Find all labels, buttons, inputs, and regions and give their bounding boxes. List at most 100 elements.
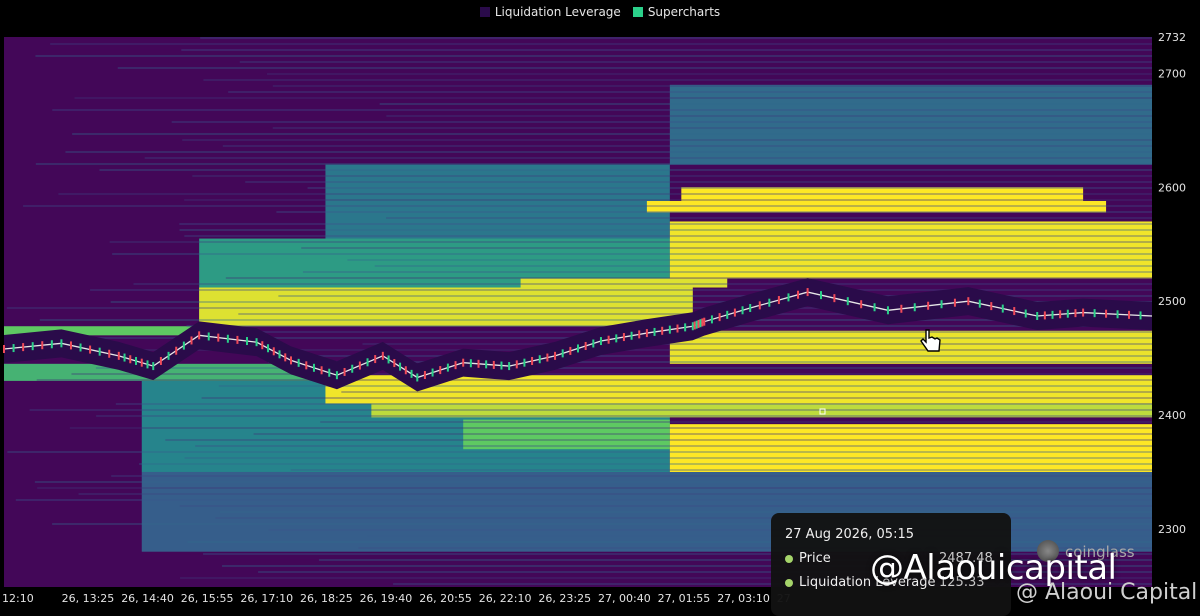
y-tick-label: 2700 (1158, 67, 1186, 80)
hand-cursor-icon (919, 328, 943, 358)
price-candle (554, 351, 557, 360)
price-candle (990, 302, 993, 311)
heatmap-stripe (133, 283, 1153, 285)
price-candle (1139, 311, 1142, 320)
heatmap-stripe (52, 109, 1152, 111)
heatmap-stripe (286, 355, 1152, 357)
heatmap-stripe (179, 223, 1153, 225)
heatmap-stripe (219, 511, 1153, 513)
price-candle (515, 360, 518, 369)
price-candle (469, 359, 472, 368)
price-candle (129, 355, 132, 364)
price-candle (492, 360, 495, 369)
heatmap-stripe (266, 73, 1152, 75)
heatmap-stripe (253, 433, 1153, 435)
price-candle (1001, 304, 1004, 313)
heatmap-stripe (15, 499, 1152, 501)
heatmap-stripe (374, 265, 1153, 267)
price-candle (272, 347, 275, 356)
price-candle (1024, 309, 1027, 318)
heatmap-stripe (184, 199, 1152, 201)
heatmap-stripe (268, 529, 1152, 531)
tooltip-dot (785, 554, 793, 563)
heatmap-stripe (201, 397, 1152, 399)
price-candle (873, 303, 876, 312)
x-tick-label: 26, 18:25 (300, 592, 353, 605)
price-candle (676, 324, 679, 333)
heatmap-stripe (272, 85, 1152, 87)
heatmap-stripe (222, 145, 1152, 147)
price-candle (615, 334, 618, 343)
heatmap-stripe (184, 457, 1153, 459)
x-tick-label: 26, 19:40 (360, 592, 413, 605)
price-candle (1013, 307, 1016, 316)
heatmap-band (669, 330, 1152, 364)
price-candle (297, 358, 300, 367)
price-candle (978, 299, 981, 308)
heatmap-stripe (37, 487, 1152, 489)
heatmap-stripe (215, 517, 1153, 519)
price-candle (913, 303, 916, 312)
price-candle (697, 319, 700, 328)
heatmap-stripe (179, 505, 1153, 507)
heatmap-stripe (115, 403, 1152, 405)
price-candle (123, 353, 126, 362)
price-candle (500, 361, 503, 370)
price-candle (561, 349, 564, 358)
heatmap-stripe (362, 343, 1153, 345)
price-candle (819, 291, 822, 300)
price-candle (207, 332, 210, 341)
price-candle (806, 288, 809, 297)
price-candle (538, 355, 541, 364)
price-candle (900, 304, 903, 313)
price-candle (523, 358, 526, 367)
heatmap-band (520, 278, 728, 288)
price-candle (217, 333, 220, 342)
price-candle (695, 320, 698, 329)
heatmap-stripe (23, 205, 1153, 207)
heatmap-stripe (111, 475, 1153, 477)
x-tick-label: 26, 22:10 (479, 592, 532, 605)
price-candle (381, 351, 384, 360)
price-candle (198, 331, 201, 340)
price-candle (1066, 309, 1069, 318)
heatmap-stripe (99, 169, 1153, 171)
heatmap-stripe (195, 445, 1152, 447)
price-candle (351, 364, 354, 373)
price-candle (927, 301, 930, 310)
price-candle (358, 361, 361, 370)
price-candle (967, 297, 970, 306)
price-candle (1059, 310, 1062, 319)
price-candle (108, 349, 111, 358)
price-candle (454, 361, 457, 370)
heatmap-stripe (181, 49, 1153, 51)
price-candle (190, 336, 193, 345)
heatmap-stripe (192, 175, 1153, 177)
x-tick-label: 27, 01:55 (658, 592, 711, 605)
price-candle (1051, 310, 1054, 319)
price-candle (584, 341, 587, 350)
price-candle (668, 325, 671, 334)
price-candle (1128, 310, 1131, 319)
heatmap-stripe (245, 181, 1153, 183)
heatmap-stripe (179, 229, 1152, 231)
price-candle (508, 362, 511, 371)
heatmap-chart[interactable]: 2300 2400 2500 2600 2700 2732 12:10 26, 13:25 2… (0, 0, 1200, 616)
heatmap-stripe (182, 139, 1152, 141)
price-candle (833, 294, 836, 303)
price-candle (446, 363, 449, 372)
heatmap-stripe (117, 67, 1152, 69)
price-candle (718, 313, 721, 322)
price-candle (245, 337, 248, 346)
heatmap-stripe (276, 211, 1152, 213)
heatmap-stripe (139, 463, 1153, 465)
heatmap-stripe (239, 61, 1152, 63)
x-tick-label: 12:10 (2, 592, 34, 605)
heatmap-stripe (90, 289, 1152, 291)
price-candle (701, 318, 704, 327)
price-candle (416, 373, 419, 382)
heatmap-stripe (341, 391, 1152, 393)
x-tick-label: 26, 20:55 (419, 592, 472, 605)
price-candle (399, 362, 402, 371)
y-tick-label: 2500 (1158, 295, 1186, 308)
